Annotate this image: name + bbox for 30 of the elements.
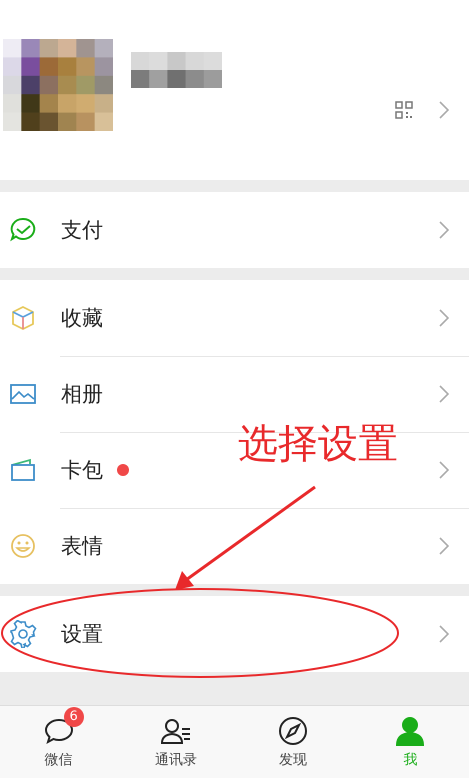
cube-icon (9, 304, 37, 332)
person-icon (394, 715, 426, 747)
tab[interactable]: 6 微信 (0, 706, 118, 778)
tab[interactable]: 通讯录 (117, 706, 234, 778)
menu-item[interactable]: 设置 (61, 620, 103, 648)
menu-item[interactable]: 相册 (61, 380, 103, 408)
check-bubble-icon (9, 216, 37, 244)
chevron-icon (439, 537, 449, 555)
chevron-icon (439, 101, 449, 119)
menu-item[interactable]: 表情 (61, 532, 103, 560)
menu-item[interactable]: 收藏 (61, 304, 103, 332)
menu-item[interactable]: 卡包 (61, 456, 103, 484)
annotation-text: 选择设置 (238, 420, 398, 469)
smiley-icon (9, 532, 37, 560)
tab-label: 微信 (44, 751, 73, 769)
tab-label: 通讯录 (154, 751, 197, 769)
tab-label: 发现 (279, 751, 308, 769)
chevron-icon (439, 385, 449, 403)
chevron-icon (439, 461, 449, 479)
unread-count: 6 (64, 707, 84, 727)
chevron-icon (439, 221, 449, 239)
tab-label: 我 (403, 751, 418, 769)
card-icon (9, 456, 37, 484)
chevron-icon (439, 625, 449, 643)
compass-icon (277, 715, 310, 747)
chevron-icon (439, 309, 449, 327)
menu-item[interactable]: 支付 (61, 216, 103, 244)
gear-icon (9, 620, 37, 648)
qr-code-icon[interactable] (395, 101, 413, 119)
tab[interactable]: 发现 (234, 706, 352, 778)
